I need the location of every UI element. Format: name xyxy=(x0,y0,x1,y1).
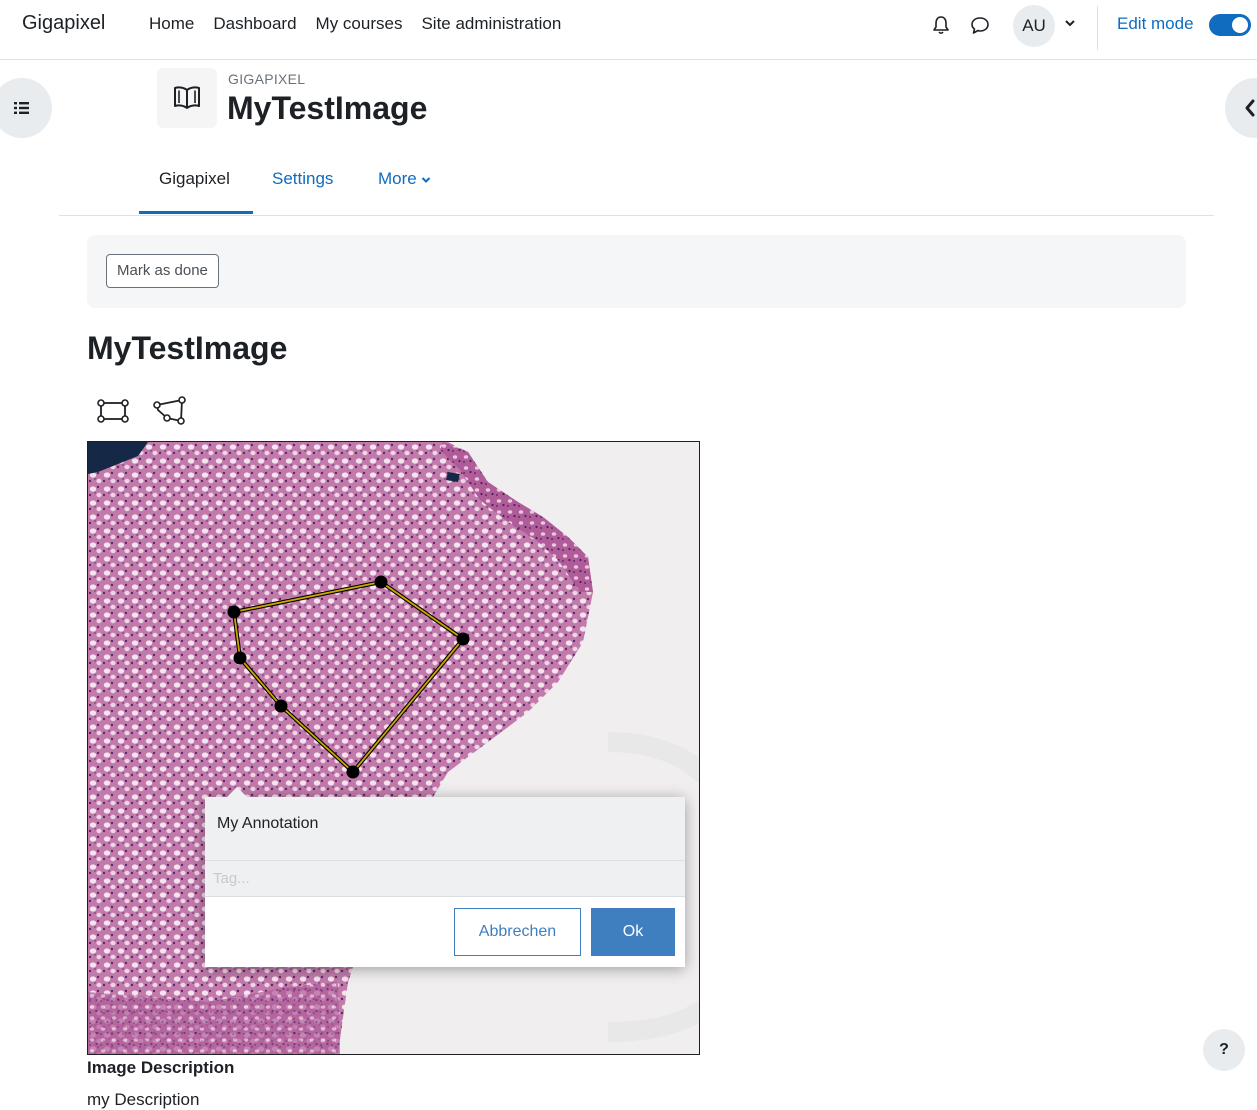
cancel-button[interactable]: Abbrechen xyxy=(454,908,581,956)
tab-gigapixel[interactable]: Gigapixel xyxy=(159,169,230,189)
edit-mode-label[interactable]: Edit mode xyxy=(1117,14,1194,34)
toggle-knob xyxy=(1232,17,1248,33)
user-avatar[interactable]: AU xyxy=(1013,5,1055,47)
nav-link-my-courses[interactable]: My courses xyxy=(316,14,403,34)
book-icon xyxy=(174,86,200,109)
site-brand[interactable]: Gigapixel xyxy=(22,12,105,35)
chevron-down-icon xyxy=(421,176,430,183)
nav-link-home[interactable]: Home xyxy=(149,14,194,34)
content-title: MyTestImage xyxy=(87,330,288,366)
popup-arrow xyxy=(227,787,247,797)
annotation-text-field[interactable]: My Annotation xyxy=(205,797,685,861)
polygon-tool-icon[interactable] xyxy=(152,396,186,426)
polygon-vertex-handle[interactable] xyxy=(346,765,360,779)
polygon-vertex-handle[interactable] xyxy=(274,699,288,713)
image-description-heading: Image Description xyxy=(87,1058,235,1077)
polygon-vertex-handle[interactable] xyxy=(233,651,247,665)
tab-more-label: More xyxy=(378,169,417,188)
bell-icon[interactable] xyxy=(930,14,952,36)
tab-more[interactable]: More xyxy=(378,169,431,189)
list-icon xyxy=(14,102,29,114)
edit-mode-toggle[interactable] xyxy=(1209,14,1251,36)
mark-as-done-button[interactable]: Mark as done xyxy=(106,254,219,288)
course-index-drawer-button[interactable] xyxy=(0,78,52,138)
tab-settings[interactable]: Settings xyxy=(272,169,333,189)
ok-button[interactable]: Ok xyxy=(591,908,675,956)
tag-input[interactable] xyxy=(205,861,685,897)
top-navbar: Gigapixel Home Dashboard My courses Site… xyxy=(0,0,1257,60)
page-context-label: GIGAPIXEL xyxy=(228,71,306,87)
activity-icon xyxy=(157,68,217,128)
nav-divider xyxy=(1097,6,1098,50)
rectangle-tool-icon[interactable] xyxy=(96,396,130,426)
chevron-left-icon xyxy=(1245,99,1255,117)
block-drawer-button[interactable] xyxy=(1225,78,1257,138)
nav-link-dashboard[interactable]: Dashboard xyxy=(213,14,296,34)
polygon-vertex-handle[interactable] xyxy=(374,575,388,589)
nav-link-site-administration[interactable]: Site administration xyxy=(421,14,561,34)
polygon-vertex-handle[interactable] xyxy=(227,605,241,619)
annotation-editor-popup: My Annotation Abbrechen Ok xyxy=(205,787,685,967)
active-tab-indicator xyxy=(139,211,253,214)
help-button[interactable]: ? xyxy=(1203,1029,1245,1071)
image-description-text: my Description xyxy=(87,1090,200,1109)
page-title: MyTestImage xyxy=(227,90,428,126)
chat-icon[interactable] xyxy=(969,14,991,36)
activity-completion-panel: Mark as done xyxy=(87,235,1186,308)
polygon-vertex-handle[interactable] xyxy=(456,632,470,646)
primary-navigation: Home Dashboard My courses Site administr… xyxy=(149,14,580,34)
secondary-navigation: Gigapixel Settings More xyxy=(59,150,1214,216)
chevron-down-icon[interactable] xyxy=(1064,17,1076,29)
